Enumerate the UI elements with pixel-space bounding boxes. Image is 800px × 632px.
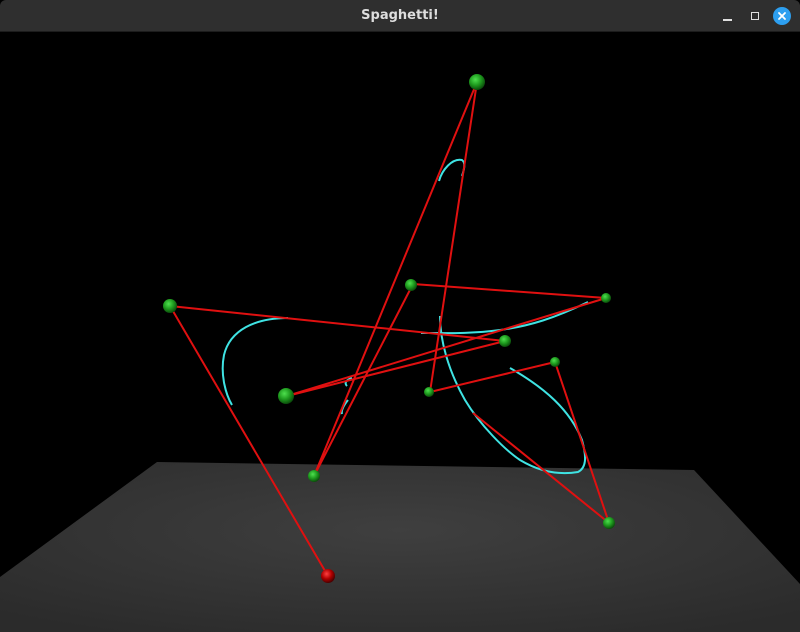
control-point[interactable] [308,470,320,482]
control-point[interactable] [469,74,485,90]
control-point[interactable] [499,335,511,347]
control-point[interactable] [603,517,615,529]
title-bar[interactable]: Spaghetti! [0,0,800,32]
scene-canvas[interactable] [0,32,800,632]
maximize-button[interactable] [745,6,765,26]
control-point[interactable] [601,293,611,303]
app-window: Spaghetti! [0,0,800,632]
close-icon [773,7,791,25]
3d-viewport[interactable] [0,32,800,632]
control-point[interactable] [405,279,417,291]
window-title: Spaghetti! [361,8,439,23]
control-point[interactable] [163,299,177,313]
minimize-icon [722,11,732,21]
minimize-button[interactable] [717,6,737,26]
ground-plane [0,462,800,632]
control-point[interactable] [278,388,294,404]
maximize-icon [751,12,759,20]
selected-control-point[interactable] [321,569,335,583]
close-button[interactable] [772,6,792,26]
control-point[interactable] [550,357,560,367]
control-point[interactable] [424,387,434,397]
